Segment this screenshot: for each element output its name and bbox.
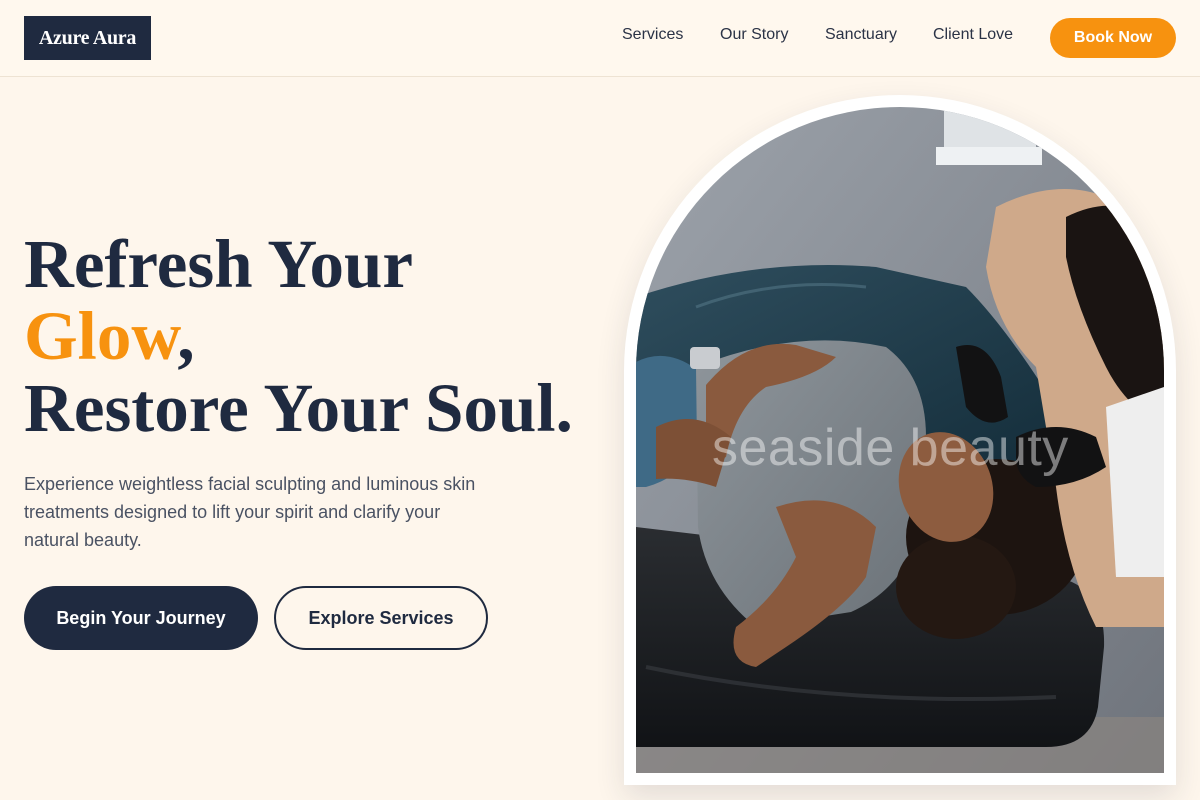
nav-link-client-love[interactable]: Client Love: [933, 26, 1013, 44]
nav-link-our-story[interactable]: Our Story: [720, 26, 788, 44]
hero-title-line3: Restore Your Soul.: [24, 370, 573, 446]
begin-journey-button[interactable]: Begin Your Journey: [24, 586, 258, 650]
hero-subtitle: Experience weightless facial sculpting a…: [24, 474, 476, 550]
explore-services-button[interactable]: Explore Services: [274, 586, 488, 650]
nav-link-sanctuary[interactable]: Sanctuary: [825, 26, 897, 44]
nav-link-services[interactable]: Services: [622, 26, 683, 44]
book-now-button[interactable]: Book Now: [1050, 18, 1176, 58]
hero-title: Refresh Your Glow, Restore Your Soul.: [24, 228, 573, 444]
image-watermark: seaside beauty: [712, 419, 1069, 477]
hero-title-comma: ,: [177, 298, 195, 374]
hero-title-accent: Glow: [24, 298, 178, 374]
site-header: Azure Aura Services Our Story Sanctuary …: [0, 0, 1200, 77]
hero-title-line1: Refresh Your: [24, 226, 414, 302]
brand-logo[interactable]: Azure Aura: [24, 16, 151, 60]
